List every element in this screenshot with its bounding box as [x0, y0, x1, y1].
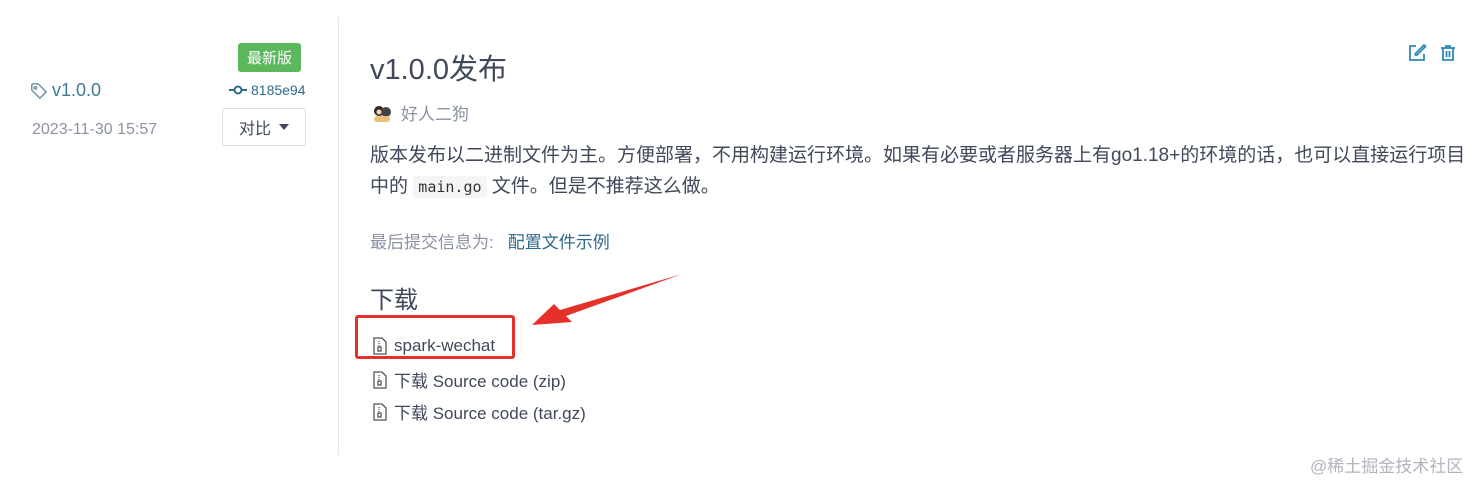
commit-icon [229, 85, 247, 95]
download-source-targz[interactable]: 下载 Source code (tar.gz) [372, 399, 586, 424]
download-label[interactable]: 下载 Source code (zip) [394, 367, 566, 392]
file-archive-icon [373, 402, 387, 421]
release-date: 2023-11-30 15:57 [32, 121, 158, 138]
chevron-down-icon [279, 124, 289, 130]
file-archive-icon [373, 370, 387, 389]
release-tag[interactable]: v1.0.0 [30, 80, 101, 101]
release-actions [1407, 43, 1458, 63]
release-author[interactable]: 好人二狗 [371, 100, 469, 125]
download-asset[interactable]: spark-wechat [372, 336, 495, 356]
description-code: main.go [413, 176, 487, 198]
trash-icon[interactable] [1438, 43, 1458, 63]
last-commit-link[interactable]: 配置文件示例 [508, 228, 610, 253]
watermark: @稀土掘金技术社区 [1310, 457, 1464, 476]
avatar [374, 105, 391, 122]
commit-link[interactable]: 8185e94 [229, 82, 306, 98]
compare-label: 对比 [238, 121, 271, 138]
tag-icon [31, 82, 48, 99]
last-commit-label: 最后提交信息为: [370, 233, 494, 252]
download-label[interactable]: spark-wechat [394, 336, 495, 356]
compare-dropdown[interactable]: 对比 [222, 108, 306, 146]
release-description: 版本发布以二进制文件为主。方便部署，不用构建运行环境。如果有必要或者服务器上有g… [370, 140, 1470, 203]
author-name[interactable]: 好人二狗 [401, 100, 469, 125]
description-text-2: 文件。但是不推荐这么做。 [491, 176, 720, 197]
last-commit: 最后提交信息为: 配置文件示例 [370, 228, 610, 253]
download-label[interactable]: 下载 Source code (tar.gz) [394, 399, 586, 424]
downloads-heading: 下载 [370, 287, 418, 314]
tag-label[interactable]: v1.0.0 [52, 80, 101, 101]
edit-icon[interactable] [1407, 43, 1427, 63]
release-title: v1.0.0发布 [370, 54, 507, 86]
annotation-arrow [532, 274, 682, 325]
latest-badge: 最新版 [238, 43, 302, 72]
file-archive-icon [373, 337, 387, 355]
column-divider [338, 17, 339, 455]
download-source-zip[interactable]: 下载 Source code (zip) [372, 367, 566, 392]
commit-hash[interactable]: 8185e94 [251, 82, 306, 98]
